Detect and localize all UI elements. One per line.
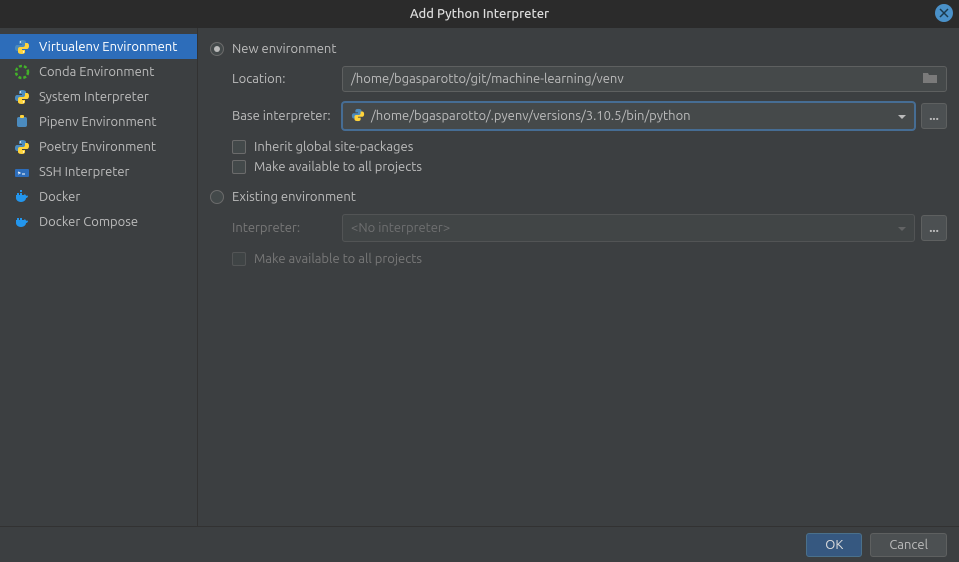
- browse-label: ...: [929, 221, 939, 235]
- radio-existing-env[interactable]: [210, 190, 224, 204]
- interpreter-dropdown: <No interpreter>: [342, 214, 915, 242]
- inherit-label: Inherit global site-packages: [254, 140, 413, 154]
- python-icon: [14, 39, 30, 55]
- main-panel: New environment Location: /home/bgasparo…: [198, 28, 959, 526]
- new-environment-radio-row[interactable]: New environment: [210, 42, 947, 56]
- sidebar-item-ssh[interactable]: SSH Interpreter: [0, 159, 197, 184]
- sidebar-item-docker[interactable]: Docker: [0, 184, 197, 209]
- browse-button[interactable]: ...: [921, 103, 947, 129]
- sidebar-item-label: Docker Compose: [39, 215, 138, 229]
- interp-value: <No interpreter>: [351, 221, 450, 235]
- close-button[interactable]: [935, 4, 953, 22]
- sidebar-item-poetry[interactable]: Poetry Environment: [0, 134, 197, 159]
- available-checkbox-2: [232, 252, 246, 266]
- close-icon: [939, 8, 949, 18]
- browse-label: ...: [929, 109, 939, 123]
- location-value: /home/bgasparotto/git/machine-learning/v…: [351, 72, 624, 86]
- base-interpreter-dropdown[interactable]: /home/bgasparotto/.pyenv/versions/3.10.5…: [342, 102, 915, 130]
- sidebar-item-virtualenv[interactable]: Virtualenv Environment: [0, 34, 197, 59]
- sidebar-item-system[interactable]: System Interpreter: [0, 84, 197, 109]
- cancel-button[interactable]: Cancel: [870, 533, 947, 557]
- inherit-checkbox[interactable]: [232, 140, 246, 154]
- ok-button[interactable]: OK: [806, 533, 862, 557]
- base-interp-value: /home/bgasparotto/.pyenv/versions/3.10.5…: [371, 109, 691, 123]
- folder-icon[interactable]: [922, 71, 938, 87]
- available-label-2: Make available to all projects: [254, 252, 422, 266]
- sidebar-item-pipenv[interactable]: Pipenv Environment: [0, 109, 197, 134]
- existing-env-label: Existing environment: [232, 190, 356, 204]
- sidebar-item-label: Virtualenv Environment: [39, 40, 177, 54]
- inherit-checkbox-row[interactable]: Inherit global site-packages: [232, 140, 947, 154]
- cancel-label: Cancel: [889, 538, 928, 552]
- chevron-down-icon: [898, 221, 906, 235]
- radio-new-env[interactable]: [210, 42, 224, 56]
- available-checkbox-row-2: Make available to all projects: [232, 252, 947, 266]
- sidebar-item-label: Conda Environment: [39, 65, 154, 79]
- titlebar: Add Python Interpreter: [0, 0, 959, 28]
- sidebar-item-label: Pipenv Environment: [39, 115, 157, 129]
- location-input[interactable]: /home/bgasparotto/git/machine-learning/v…: [342, 66, 947, 92]
- browse-button-existing[interactable]: ...: [921, 215, 947, 241]
- bottom-bar: OK Cancel: [0, 526, 959, 562]
- existing-environment-radio-row[interactable]: Existing environment: [210, 190, 947, 204]
- sidebar-item-conda[interactable]: Conda Environment: [0, 59, 197, 84]
- python-icon: [14, 139, 30, 155]
- available-checkbox[interactable]: [232, 160, 246, 174]
- python-icon: [14, 89, 30, 105]
- available-label: Make available to all projects: [254, 160, 422, 174]
- sidebar-item-label: System Interpreter: [39, 90, 149, 104]
- window-title: Add Python Interpreter: [410, 7, 549, 21]
- ok-label: OK: [825, 538, 843, 552]
- docker-compose-icon: [14, 214, 30, 230]
- new-env-label: New environment: [232, 42, 336, 56]
- interp-label: Interpreter:: [232, 221, 342, 235]
- chevron-down-icon: [898, 109, 906, 123]
- location-label: Location:: [232, 72, 342, 86]
- base-interp-label: Base interpreter:: [232, 109, 342, 123]
- available-checkbox-row[interactable]: Make available to all projects: [232, 160, 947, 174]
- sidebar-item-label: Docker: [39, 190, 80, 204]
- sidebar-item-docker-compose[interactable]: Docker Compose: [0, 209, 197, 234]
- docker-icon: [14, 189, 30, 205]
- conda-icon: [14, 64, 30, 80]
- ssh-icon: [14, 164, 30, 180]
- sidebar-item-label: Poetry Environment: [39, 140, 156, 154]
- python-icon: [351, 108, 365, 125]
- sidebar: Virtualenv Environment Conda Environment…: [0, 28, 198, 526]
- pipenv-icon: [14, 114, 30, 130]
- sidebar-item-label: SSH Interpreter: [39, 165, 129, 179]
